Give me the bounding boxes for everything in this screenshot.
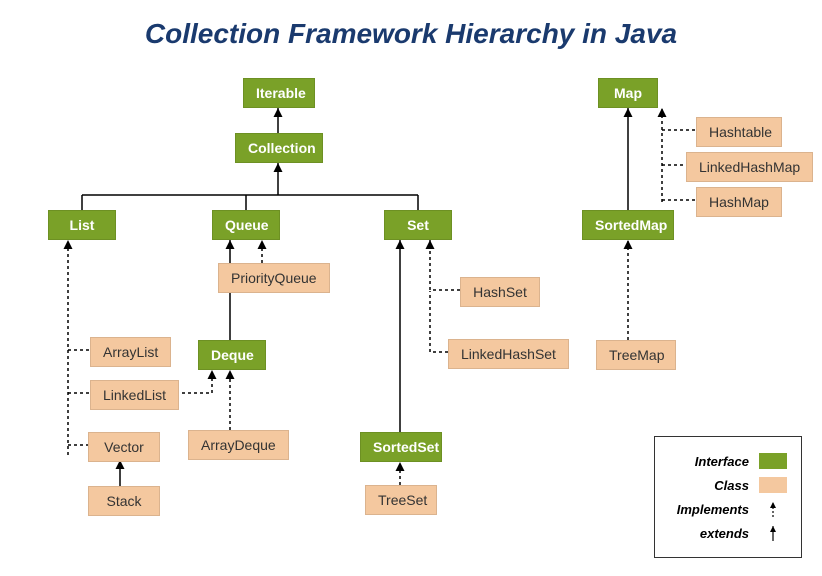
node-hashset: HashSet [460,277,540,307]
legend-class-swatch [759,477,787,493]
node-arraydeque: ArrayDeque [188,430,289,460]
legend-extends-label: extends [669,526,749,541]
legend-box: Interface Class Implements extends [654,436,802,558]
node-hashmap: HashMap [696,187,782,217]
node-linkedhashset: LinkedHashSet [448,339,569,369]
node-sortedset: SortedSet [360,432,442,462]
node-queue: Queue [212,210,280,240]
legend-implements-line [759,499,787,519]
node-collection: Collection [235,133,323,163]
node-iterable: Iterable [243,78,315,108]
diagram-title: Collection Framework Hierarchy in Java [0,18,822,50]
node-linkedhashmap: LinkedHashMap [686,152,813,182]
legend-extends-line [759,523,787,543]
node-treeset: TreeSet [365,485,437,515]
node-vector: Vector [88,432,160,462]
node-treemap: TreeMap [596,340,676,370]
legend-class-label: Class [669,478,749,493]
node-map: Map [598,78,658,108]
node-sortedmap: SortedMap [582,210,674,240]
legend-interface-swatch [759,453,787,469]
node-stack: Stack [88,486,160,516]
node-arraylist: ArrayList [90,337,171,367]
node-hashtable: Hashtable [696,117,782,147]
node-linkedlist: LinkedList [90,380,179,410]
node-priorityqueue: PriorityQueue [218,263,330,293]
legend-interface-label: Interface [669,454,749,469]
node-list: List [48,210,116,240]
legend-implements-label: Implements [669,502,749,517]
node-set: Set [384,210,452,240]
node-deque: Deque [198,340,266,370]
